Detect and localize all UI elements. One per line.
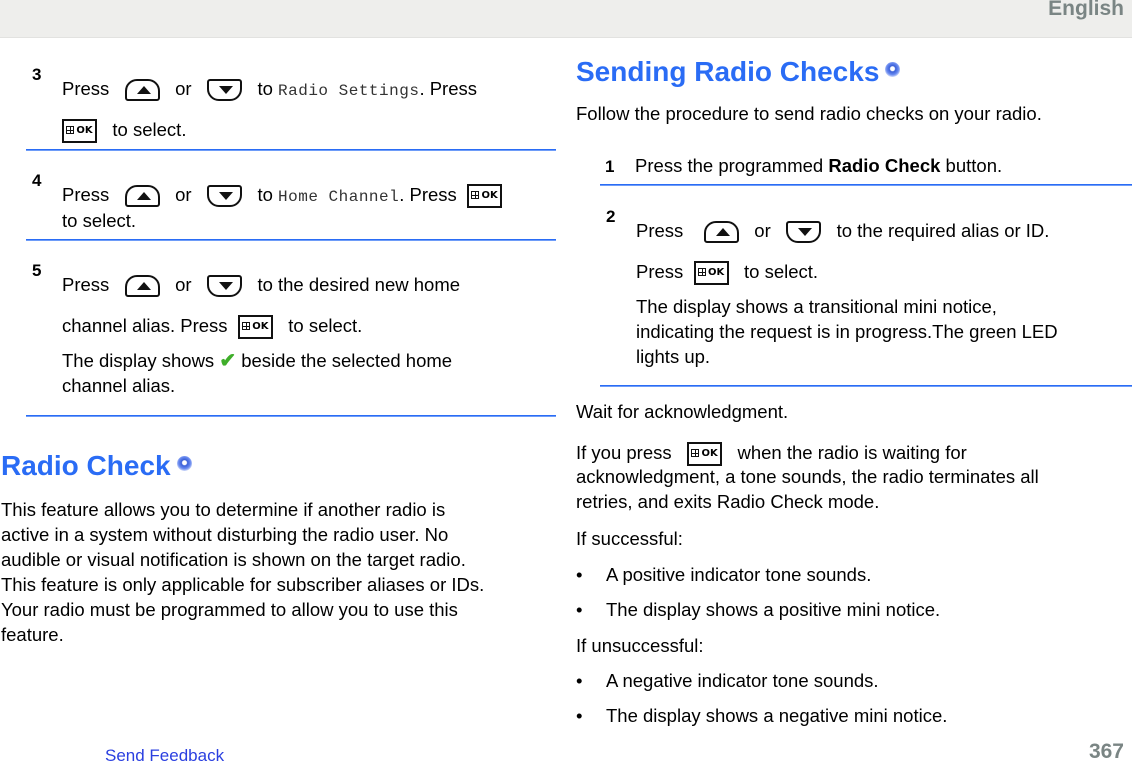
fail-label: If unsuccessful:	[576, 635, 704, 656]
wait-text: Wait for acknowledgment.	[576, 401, 789, 422]
divider	[600, 184, 1132, 186]
step-5: 5 Press or to the desired new home chann…	[26, 258, 556, 408]
globe-icon	[176, 456, 192, 471]
step-3-line-2: OK to select.	[62, 117, 186, 144]
divider	[26, 239, 556, 241]
step-number: 3	[32, 65, 42, 84]
menu-ok-key-icon: OK	[467, 184, 503, 209]
down-arrow-key-icon	[207, 275, 243, 298]
right-step-2-line-1: Press or to the required alias or ID.	[636, 218, 1049, 244]
cancel-paragraph: If you press OK when the radio is waitin…	[576, 442, 1039, 513]
step-3: 3 Press or to Radio Settings. Press OK t…	[26, 62, 556, 150]
bullet-icon: •	[576, 599, 583, 620]
divider	[600, 385, 1132, 387]
step-number: 4	[32, 171, 42, 190]
radio-check-button-label: Radio Check	[828, 155, 941, 176]
up-arrow-key-icon	[124, 185, 160, 208]
step-number: 5	[32, 261, 42, 280]
right-step-1: 1 Press the programmed Radio Check butto…	[605, 155, 1003, 176]
send-feedback-link[interactable]: Send Feedback	[105, 743, 224, 762]
step-5-line-3: The display shows ✔ beside the selected …	[62, 350, 453, 372]
up-arrow-key-icon	[124, 79, 160, 102]
menu-ok-key-icon: OK	[693, 261, 729, 286]
step-3-line-1: Press or to Radio Settings. Press	[62, 78, 478, 102]
step-5-line-1: Press or to the desired new home	[62, 272, 460, 298]
menu-item-text: Home Channel	[278, 188, 400, 206]
language-label: English	[1048, 0, 1124, 20]
step-4-line-2: to select.	[62, 210, 137, 231]
bullet-icon: •	[576, 564, 583, 585]
divider	[26, 415, 556, 417]
radio-check-description: This feature allows you to determine if …	[1, 499, 485, 645]
menu-ok-key-icon: OK	[62, 119, 97, 144]
top-bar: English	[0, 0, 1132, 38]
step-4-line-1: Press or to Home Channel. Press OK	[62, 182, 503, 210]
down-arrow-key-icon	[207, 79, 243, 102]
menu-item-text: Radio Settings	[278, 82, 420, 100]
step-4: 4 Press or to Home Channel. Press OK to …	[26, 168, 556, 238]
success-label: If successful:	[576, 528, 683, 549]
section-heading-radio-check: Radio Check	[1, 449, 192, 483]
right-step-2-line-2: Press OK to select.	[636, 259, 818, 286]
down-arrow-key-icon	[207, 185, 243, 208]
up-arrow-key-icon	[124, 275, 160, 298]
menu-ok-key-icon: OK	[687, 442, 723, 467]
section-heading-sending-radio-checks: Sending Radio Checks	[576, 55, 901, 89]
menu-ok-key-icon: OK	[237, 315, 273, 340]
bullet-icon: •	[576, 670, 583, 691]
step-number: 1	[605, 157, 615, 176]
globe-icon	[885, 62, 901, 77]
intro-text: Follow the procedure to send radio check…	[576, 103, 1042, 124]
bullet-icon: •	[576, 705, 583, 726]
right-step-2: 2 Press or to the required alias or ID. …	[600, 204, 1132, 374]
right-step-2-result: The display shows a transitional mini no…	[636, 296, 1058, 367]
step-5-line-2: channel alias. Press OK to select.	[62, 313, 362, 340]
up-arrow-key-icon	[703, 221, 739, 244]
step-5-line-4: channel alias.	[62, 375, 176, 396]
divider	[26, 149, 556, 151]
down-arrow-key-icon	[786, 221, 822, 244]
checkmark-icon: ✔	[219, 350, 237, 372]
step-number: 2	[606, 207, 616, 226]
page-number: 367	[1088, 740, 1124, 762]
